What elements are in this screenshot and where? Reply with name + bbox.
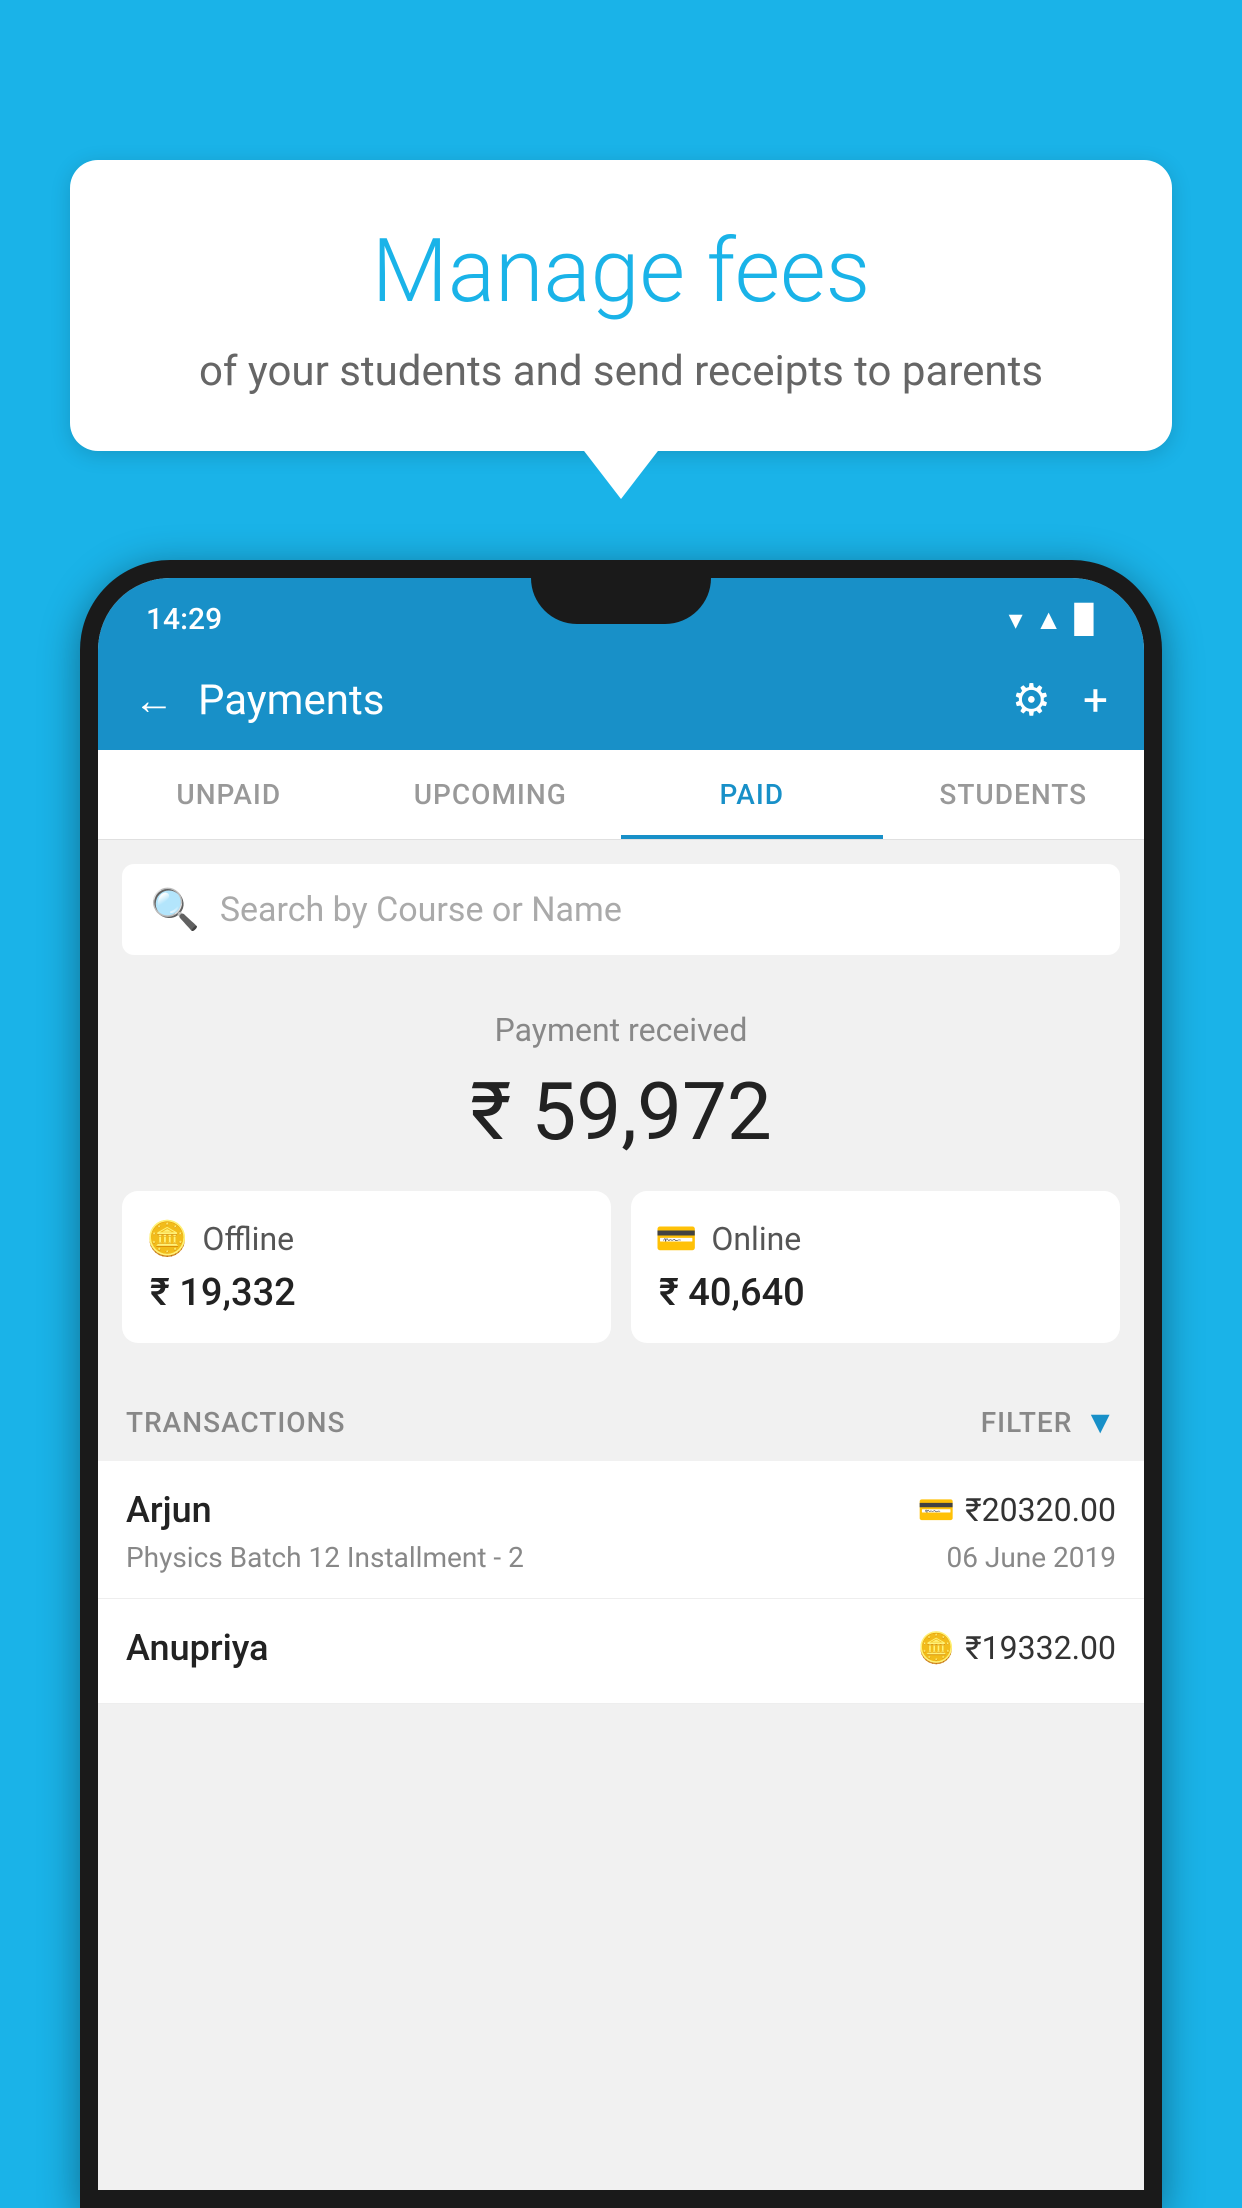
transaction-amount-arjun: ₹20320.00 <box>965 1491 1116 1529</box>
transaction-name-anupriya: Anupriya <box>126 1627 269 1669</box>
payment-cards: 🪙 Offline ₹ 19,332 💳 Online ₹ 40,640 <box>122 1191 1120 1343</box>
tab-paid[interactable]: PAID <box>621 750 883 839</box>
transaction-amount-anupriya: ₹19332.00 <box>965 1629 1116 1667</box>
tab-unpaid[interactable]: UNPAID <box>98 750 360 839</box>
transaction-cash-icon-anupriya: 🪙 <box>918 1631 955 1666</box>
tab-upcoming[interactable]: UPCOMING <box>360 750 622 839</box>
offline-label: Offline <box>202 1220 294 1258</box>
transaction-item-arjun[interactable]: Arjun 💳 ₹20320.00 Physics Batch 12 Insta… <box>98 1461 1144 1599</box>
speech-bubble: Manage fees of your students and send re… <box>70 160 1172 451</box>
phone-notch <box>531 578 711 624</box>
offline-card: 🪙 Offline ₹ 19,332 <box>122 1191 611 1343</box>
transaction-course-arjun: Physics Batch 12 Installment - 2 <box>126 1541 524 1574</box>
transaction-item-anupriya[interactable]: Anupriya 🪙 ₹19332.00 <box>98 1599 1144 1704</box>
phone-frame: 14:29 ▾ ▲ ▉ ← Payments ⚙ + UNPAID UPCOMI… <box>80 560 1162 2208</box>
payment-received-section: Payment received ₹ 59,972 🪙 Offline ₹ 19… <box>98 971 1144 1373</box>
transaction-amount-row-arjun: 💳 ₹20320.00 <box>918 1491 1116 1529</box>
battery-icon: ▉ <box>1074 603 1096 636</box>
phone-screen: 14:29 ▾ ▲ ▉ ← Payments ⚙ + UNPAID UPCOMI… <box>98 578 1144 2190</box>
bubble-subtitle: of your students and send receipts to pa… <box>130 347 1112 396</box>
online-label: Online <box>711 1220 801 1258</box>
transaction-date-arjun: 06 June 2019 <box>946 1541 1116 1574</box>
status-icons: ▾ ▲ ▉ <box>1009 603 1096 636</box>
transaction-amount-row-anupriya: 🪙 ₹19332.00 <box>918 1629 1116 1667</box>
back-button[interactable]: ← <box>134 677 174 724</box>
tab-bar: UNPAID UPCOMING PAID STUDENTS <box>98 750 1144 840</box>
transactions-label: TRANSACTIONS <box>126 1406 345 1439</box>
online-icon: 💳 <box>655 1219 697 1259</box>
payment-received-label: Payment received <box>122 1011 1120 1049</box>
payment-received-amount: ₹ 59,972 <box>122 1065 1120 1159</box>
tab-students[interactable]: STUDENTS <box>883 750 1145 839</box>
filter-label: FILTER <box>981 1406 1073 1439</box>
search-placeholder: Search by Course or Name <box>220 890 622 930</box>
transaction-card-icon-arjun: 💳 <box>918 1493 955 1528</box>
status-time: 14:29 <box>146 602 222 637</box>
filter-row[interactable]: FILTER ▼ <box>981 1403 1116 1441</box>
transaction-name-arjun: Arjun <box>126 1489 212 1531</box>
search-icon: 🔍 <box>150 886 200 933</box>
wifi-icon: ▾ <box>1009 603 1023 636</box>
filter-icon: ▼ <box>1084 1403 1116 1441</box>
offline-amount: ₹ 19,332 <box>146 1271 296 1315</box>
bubble-title: Manage fees <box>130 220 1112 323</box>
offline-icon: 🪙 <box>146 1219 188 1259</box>
signal-icon: ▲ <box>1035 603 1063 636</box>
online-amount: ₹ 40,640 <box>655 1271 805 1315</box>
app-bar-actions: ⚙ + <box>1012 674 1108 726</box>
search-bar[interactable]: 🔍 Search by Course or Name <box>122 864 1120 955</box>
add-icon[interactable]: + <box>1083 674 1108 726</box>
online-card: 💳 Online ₹ 40,640 <box>631 1191 1120 1343</box>
settings-icon[interactable]: ⚙ <box>1012 674 1051 726</box>
transactions-header: TRANSACTIONS FILTER ▼ <box>98 1373 1144 1461</box>
app-title: Payments <box>198 676 988 725</box>
app-bar: ← Payments ⚙ + <box>98 650 1144 750</box>
